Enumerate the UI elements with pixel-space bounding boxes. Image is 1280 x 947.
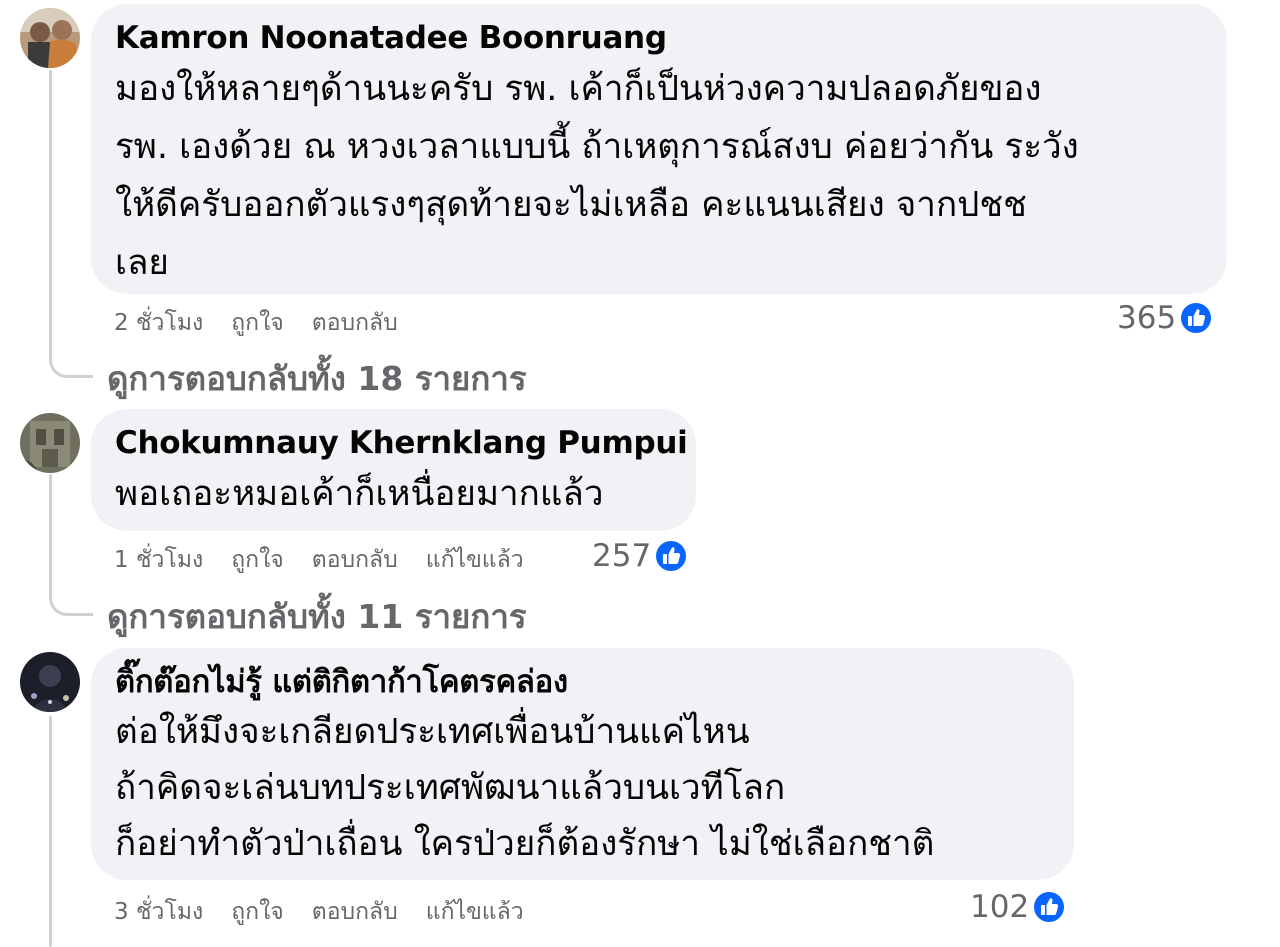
like-button[interactable]: ถูกใจ	[231, 310, 284, 336]
thread-connector	[49, 356, 93, 378]
comment-time[interactable]: 3 ชั่วโมง	[114, 899, 203, 925]
reply-button[interactable]: ตอบกลับ	[312, 899, 398, 925]
thumbs-up-icon	[654, 539, 689, 573]
comment-actions: 1 ชั่วโมง ถูกใจ ตอบกลับ แก้ไขแล้ว	[114, 542, 552, 578]
like-button[interactable]: ถูกใจ	[231, 899, 284, 925]
avatar[interactable]	[20, 652, 80, 712]
comment-author[interactable]: Kamron Noonatadee Boonruang	[115, 18, 1199, 58]
avatar-photo	[20, 413, 80, 473]
reaction-count: 257	[592, 538, 652, 574]
comment-actions: 2 ชั่วโมง ถูกใจ ตอบกลับ	[114, 305, 426, 341]
comment-bubble: Kamron Noonatadee Boonruang มองให้หลายๆด…	[91, 4, 1227, 294]
view-replies-link[interactable]: ดูการตอบกลับทั้ง 11 รายการ	[107, 590, 527, 643]
avatar[interactable]	[20, 413, 80, 473]
avatar-photo	[20, 652, 80, 712]
reaction-summary[interactable]: 365	[1117, 300, 1214, 336]
comment-text: พอเถอะหมอเค้าก็เหนื่อยมากแล้ว	[115, 474, 604, 514]
comment-bubble: ติ๊กต๊อกไม่รู้ แต่ติกิตาก้าโคตรคล่อง ต่อ…	[91, 648, 1074, 880]
edited-label: แก้ไขแล้ว	[425, 899, 524, 925]
thread-connector	[49, 594, 93, 616]
comment-text: มองให้หลายๆด้านนะครับ รพ. เค้าก็เป็นห่วง…	[115, 69, 1079, 283]
thread-line	[49, 70, 52, 360]
thread-line	[49, 716, 52, 947]
thumbs-up-icon	[1179, 301, 1214, 335]
comment-text: ต่อให้มึงจะเกลียดประเทศเพื่อนบ้านแค่ไหน …	[115, 712, 935, 864]
reaction-count: 102	[970, 889, 1030, 925]
comment-thread: Kamron Noonatadee Boonruang มองให้หลายๆด…	[0, 0, 1280, 947]
comment-author[interactable]: Chokumnauy Khernklang Pumpui	[115, 423, 688, 463]
comment-bubble: Chokumnauy Khernklang Pumpui พอเถอะหมอเค…	[91, 409, 696, 531]
comment-time[interactable]: 2 ชั่วโมง	[114, 310, 203, 336]
reaction-summary[interactable]: 102	[970, 889, 1067, 925]
comment-actions: 3 ชั่วโมง ถูกใจ ตอบกลับ แก้ไขแล้ว	[114, 894, 552, 930]
reply-button[interactable]: ตอบกลับ	[312, 310, 398, 336]
view-replies-link[interactable]: ดูการตอบกลับทั้ง 18 รายการ	[107, 352, 527, 405]
edited-label: แก้ไขแล้ว	[425, 547, 524, 573]
like-button[interactable]: ถูกใจ	[231, 547, 284, 573]
avatar[interactable]	[20, 8, 80, 68]
reaction-count: 365	[1117, 300, 1177, 336]
comment-time[interactable]: 1 ชั่วโมง	[114, 547, 203, 573]
thumbs-up-icon	[1032, 890, 1067, 924]
reaction-summary[interactable]: 257	[592, 538, 689, 574]
thread-line	[49, 474, 52, 598]
comment-author[interactable]: ติ๊กต๊อกไม่รู้ แต่ติกิตาก้าโคตรคล่อง	[115, 662, 1046, 702]
reply-button[interactable]: ตอบกลับ	[312, 547, 398, 573]
avatar-photo	[20, 8, 80, 68]
